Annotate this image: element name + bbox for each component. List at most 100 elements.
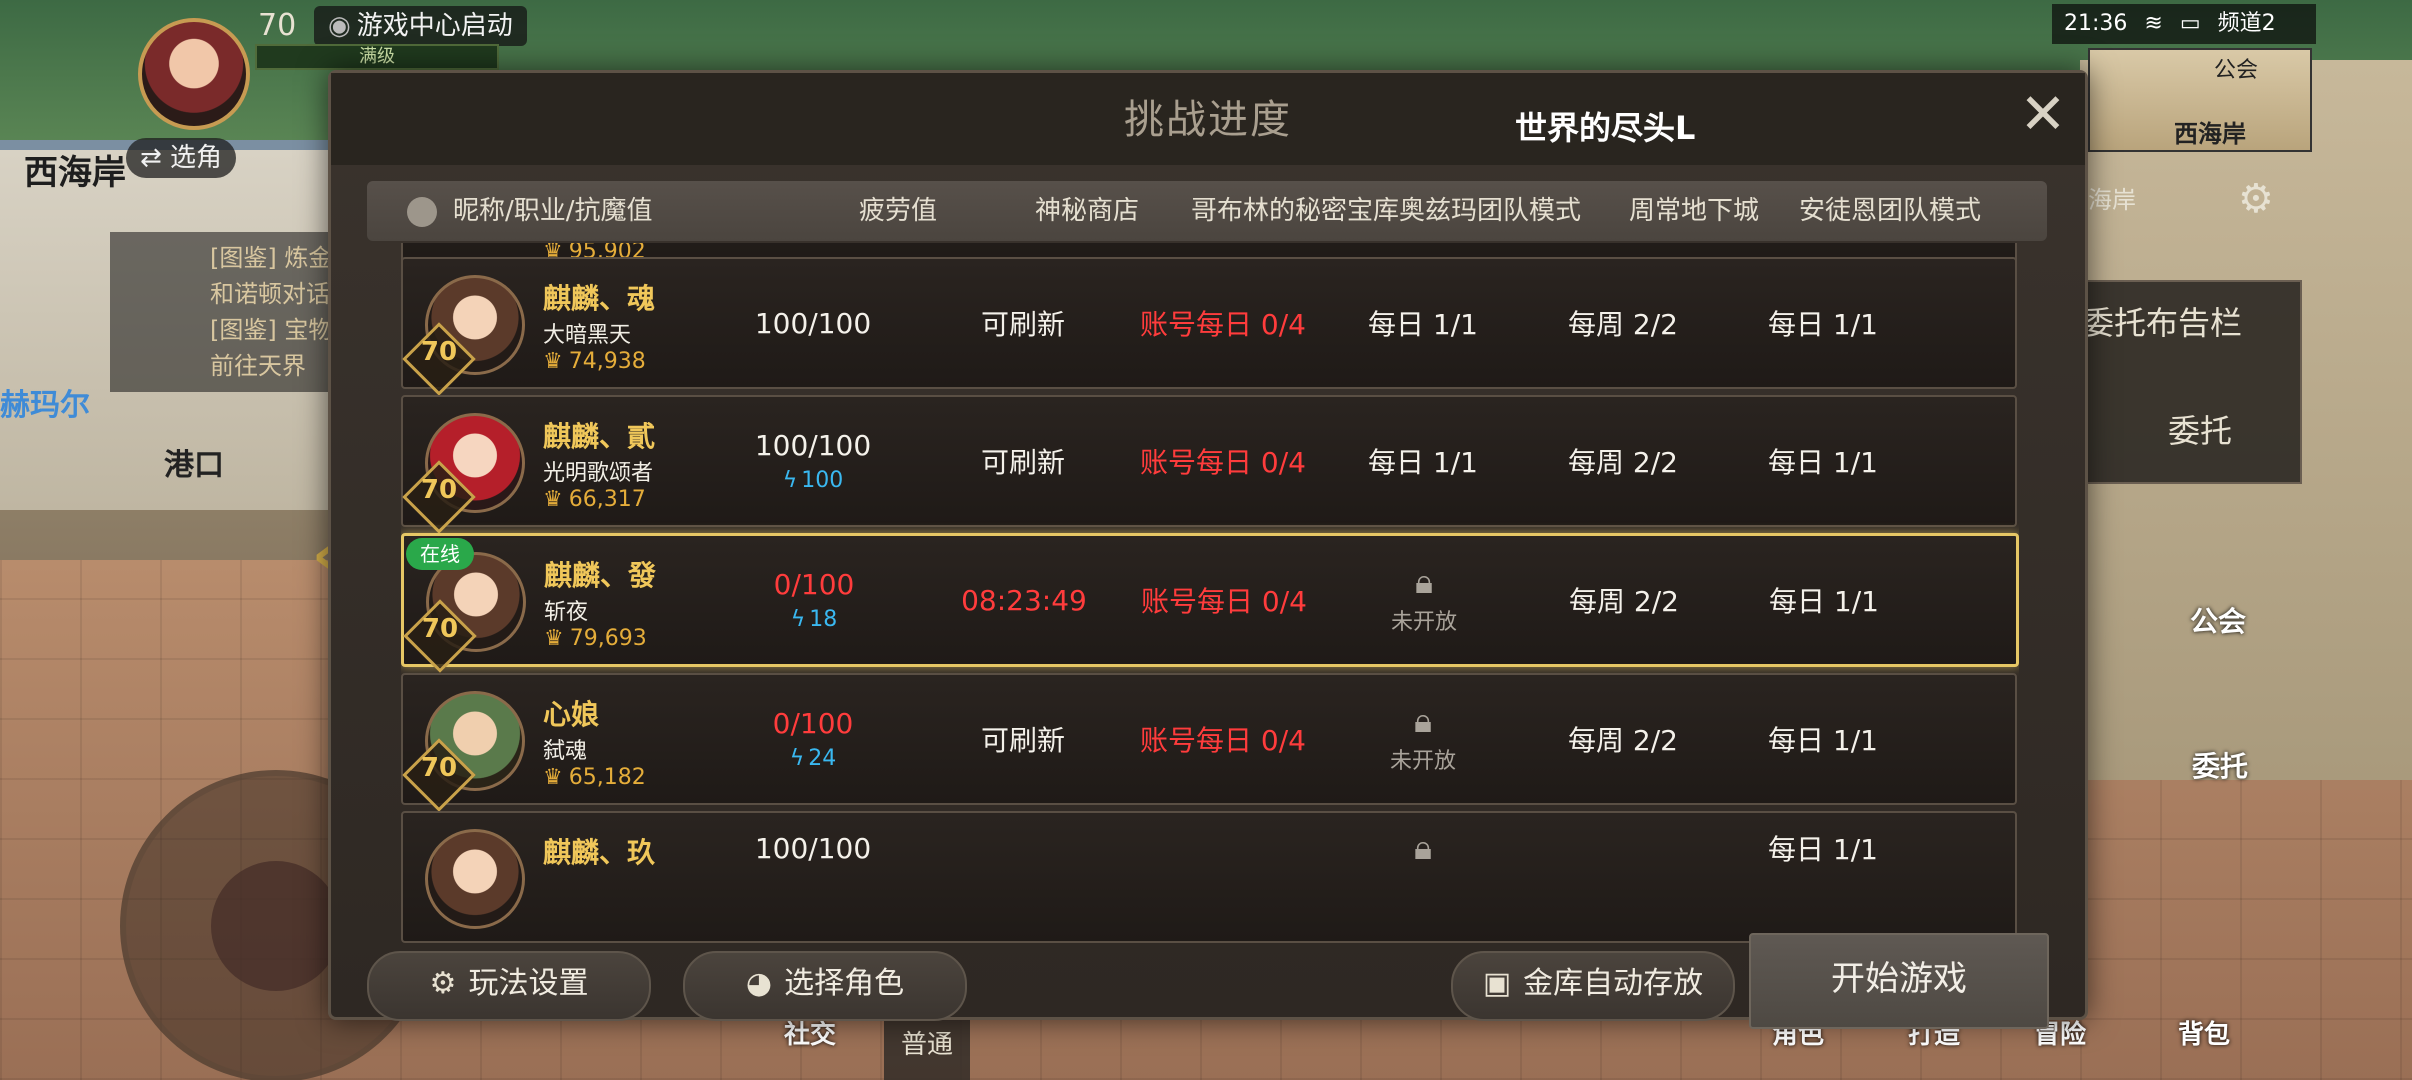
col-ozma-raid: 奥兹玛团队模式	[1399, 196, 1582, 226]
col-fatigue: 疲劳值	[859, 196, 938, 226]
character-name: 麒麟、魂	[543, 282, 656, 315]
level-text: 70	[420, 753, 458, 783]
col-name: 昵称/职业/抗魔值	[407, 181, 653, 241]
anton-cell: 每日 1/1	[1768, 833, 1878, 866]
modal-title: 挑战进度	[1124, 97, 1292, 143]
level-text: 70	[420, 475, 458, 505]
ozma-cell: 🔒︎ 未开放	[1390, 562, 1457, 635]
commission-button[interactable]: 委托	[2192, 745, 2248, 785]
shop-timer: 08:23:49	[961, 583, 1087, 617]
start-game-button[interactable]: 开始游戏	[1749, 933, 2049, 1029]
commission-board-label[interactable]: 委托布告栏	[2082, 298, 2242, 344]
wifi-icon: ≋	[2144, 11, 2163, 36]
gear-icon[interactable]: ⚙	[2238, 176, 2274, 222]
play-settings-button[interactable]: ⚙ 玩法设置	[367, 951, 651, 1021]
lightning-icon: ϟ	[790, 607, 806, 632]
avatar	[425, 829, 525, 929]
npc-name-label: 赫玛尔	[0, 388, 90, 423]
guild-button[interactable]: 公会	[2190, 600, 2246, 640]
table-row[interactable]: 70 麒麟、貳 光明歌颂者 ♛ 66,317 100/100 ϟ 100 可刷新 账…	[401, 395, 2017, 534]
weekly-cell: 每周 2/2	[1568, 308, 1678, 341]
col-weekly-dungeon: 周常地下城	[1629, 196, 1760, 226]
bag-button[interactable]: 背包	[2178, 1014, 2230, 1051]
joystick-knob[interactable]	[211, 861, 341, 991]
character-list[interactable]: ♛ 95,902 70 麒麟、魂 大暗黑天 ♛ 74,938 100/100 可刷新…	[401, 243, 2019, 955]
table-row-selected[interactable]: 在线 70 麒麟、發 斩夜 ♛ 79,693 0/100 ϟ 18 08:23:49…	[401, 533, 2019, 673]
anton-cell: 每日 1/1	[1769, 585, 1879, 618]
vault-auto-store-button[interactable]: ▣ 金库自动存放	[1451, 951, 1735, 1021]
col-mystery-shop: 神秘商店	[1035, 196, 1140, 226]
shop-cell: 可刷新	[980, 308, 1065, 341]
fatigue-cell: 0/100 ϟ 24	[772, 707, 854, 771]
character-swap-icon: ◕	[745, 966, 773, 1001]
level-text: 70	[420, 337, 458, 367]
location-text: 海岸	[2088, 186, 2136, 214]
commission-label[interactable]: 委托	[2168, 406, 2232, 452]
server-name: 世界的尽头L	[1515, 109, 1696, 147]
power-value: ♛ 66,317	[543, 487, 646, 512]
ozma-cell: 🔒︎	[1323, 813, 1523, 883]
select-character-button[interactable]: ◕ 选择角色	[683, 951, 967, 1021]
table-row[interactable]: 70 心娘 弑魂 ♛ 65,182 0/100 ϟ 24 可刷新 账号每日 0/4 …	[401, 673, 2017, 812]
anton-cell: 每日 1/1	[1768, 724, 1878, 757]
battery-icon: ▭	[2179, 11, 2201, 36]
goblin-cell: 账号每日 0/4	[1141, 585, 1307, 618]
goblin-cell: 账号每日 0/4	[1140, 446, 1306, 479]
port-sign: 港口	[164, 448, 224, 483]
lock-icon: 🔒︎	[1413, 828, 1433, 868]
power-value: ♛ 65,182	[543, 765, 646, 790]
commission-panel[interactable]: 委托布告栏 委托	[2062, 280, 2302, 484]
fatigue-cell: 0/100 ϟ 18	[773, 568, 855, 632]
online-badge: 在线	[406, 538, 474, 570]
channel-label: 频道2	[2217, 11, 2276, 36]
challenge-progress-modal: 挑战进度 世界的尽头L ✕ 昵称/职业/抗魔值 疲劳值 神秘商店 哥布林的秘密宝…	[328, 70, 2088, 1029]
weekly-cell: 每周 2/2	[1568, 724, 1678, 757]
fatigue-cell: 100/100 ϟ 100	[754, 429, 872, 493]
level-text: 70	[421, 614, 459, 644]
game-center-label: 游戏中心启动	[356, 11, 513, 41]
fatigue-cell: 100/100	[754, 306, 872, 340]
character-name: 心娘	[543, 698, 600, 731]
shop-cell: 可刷新	[980, 724, 1065, 757]
goblin-cell: 账号每日 0/4	[1140, 308, 1306, 341]
character-job: 大暗黑天	[543, 323, 632, 348]
gamepad-icon: ◉	[328, 11, 351, 41]
table-row[interactable]: 麒麟、玖 100/100 🔒︎ 每日 1/1	[401, 811, 2017, 943]
minimap-guild-label: 公会	[2214, 58, 2259, 83]
character-name: 麒麟、貳	[543, 420, 656, 453]
ozma-cell: 每日 1/1	[1368, 446, 1478, 479]
close-icon[interactable]: ✕	[2013, 87, 2073, 147]
fatigue-cell: 100/100	[754, 831, 872, 865]
character-job: 斩夜	[544, 600, 589, 625]
status-bar: 21:36 ≋ ▭ 频道2	[2052, 4, 2316, 44]
gear-icon: ⚙	[429, 966, 457, 1001]
character-job: 弑魂	[543, 739, 588, 764]
extra-fatigue: ϟ 100	[782, 468, 844, 493]
col-goblin-vault: 哥布林的秘密宝库	[1191, 196, 1400, 226]
lock-icon: 🔒︎	[1413, 701, 1433, 741]
crown-icon: ♛	[543, 487, 563, 512]
exp-bar: 满级	[255, 44, 499, 70]
crown-icon: ♛	[544, 626, 564, 651]
weekly-cell: 每周 2/2	[1568, 446, 1678, 479]
character-job: 光明歌颂者	[543, 461, 654, 486]
game-center-badge[interactable]: ◉ 游戏中心启动	[314, 6, 527, 46]
ozma-cell: 每日 1/1	[1368, 308, 1478, 341]
goblin-cell: 账号每日 0/4	[1140, 724, 1306, 757]
lock-icon: 🔒︎	[1414, 562, 1434, 602]
table-row[interactable]: 70 麒麟、魂 大暗黑天 ♛ 74,938 100/100 可刷新 账号每日 0/…	[401, 257, 2017, 396]
modal-footer: ⚙ 玩法设置 ◕ 选择角色 ▣ 金库自动存放 开始游戏	[331, 933, 2085, 1029]
switch-character-button[interactable]: ⇄ 选角	[126, 138, 236, 178]
lightning-icon: ϟ	[789, 746, 805, 771]
minimap[interactable]: 公会 西海岸	[2088, 48, 2312, 152]
weekly-cell: 每周 2/2	[1569, 585, 1679, 618]
power-value: ♛ 79,693	[544, 626, 647, 651]
player-avatar[interactable]	[138, 18, 250, 130]
ozma-cell: 🔒︎ 未开放	[1389, 701, 1456, 774]
vault-icon: ▣	[1482, 966, 1512, 1001]
minimap-location-label: 西海岸	[2174, 120, 2246, 148]
clock: 21:36	[2064, 11, 2128, 36]
map-name: 西海岸	[24, 153, 126, 193]
character-name: 麒麟、玖	[543, 836, 656, 869]
extra-fatigue: ϟ 18	[790, 607, 838, 632]
